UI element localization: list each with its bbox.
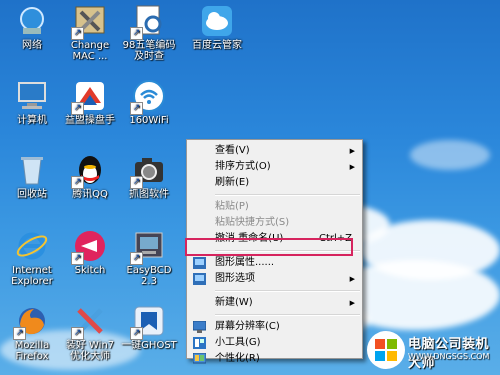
menu-item-view[interactable]: 查看(V) ▶ — [187, 143, 362, 159]
personalize-icon — [193, 353, 206, 364]
icon-label: 一键GHOST — [121, 340, 177, 351]
menu-item-label: 图形属性...... — [215, 257, 275, 268]
menu-item-label: 图形选项 — [215, 273, 255, 284]
intel-graphics-icon — [193, 257, 206, 269]
camera-icon: ↗ — [130, 153, 166, 189]
submenu-arrow-icon: ▶ — [349, 163, 355, 171]
desktop-icon-network[interactable]: 网络 — [0, 4, 65, 64]
menu-separator — [215, 290, 360, 292]
tools-icon: ↗ — [71, 304, 107, 340]
network-icon — [15, 4, 49, 38]
desktop-icon-baidu-cloud[interactable]: 百度云管家 — [184, 4, 250, 64]
qq-penguin-icon: ↗ — [71, 153, 107, 189]
icon-label: 98五笔编码 及时查 — [122, 40, 176, 62]
shortcut-arrow-icon: ↗ — [71, 327, 84, 340]
shortcut-arrow-icon: ↗ — [130, 327, 143, 340]
icon-label: 抓图软件 — [129, 189, 169, 200]
icon-label: 百度云管家 — [192, 40, 242, 51]
computer-icon — [15, 79, 49, 113]
icon-label: Change MAC ... — [70, 40, 110, 62]
watermark-url: WWW.DNGSGS.COM — [408, 352, 490, 361]
watermark: 电脑公司装机大师 WWW.DNGSGS.COM — [362, 326, 500, 375]
menu-item-gadgets[interactable]: 小工具(G) — [187, 335, 362, 351]
desktop-icon-win7-optimizer[interactable]: ↗ 装好 Win7 优化大师 — [57, 304, 123, 364]
easybcd-icon: ↗ — [130, 229, 166, 265]
menu-item-personalize[interactable]: 个性化(R) — [187, 351, 362, 367]
shortcut-arrow-icon: ↗ — [130, 176, 143, 189]
menu-item-label: 查看(V) — [215, 145, 250, 156]
icon-label: Mozilla Firefox — [14, 340, 50, 362]
icon-label: 益盟操盘手 — [65, 115, 115, 126]
windows-logo-icon — [367, 331, 405, 369]
icon-label: 回收站 — [17, 189, 47, 200]
app-icon: ↗ — [71, 79, 107, 115]
icon-label: Internet Explorer — [11, 265, 53, 287]
skitch-icon: ↗ — [71, 229, 107, 265]
desktop-icon-recycle-bin[interactable]: 回收站 — [0, 153, 65, 213]
desktop-icon-yimeng[interactable]: ↗ 益盟操盘手 — [57, 79, 123, 139]
icon-label: 计算机 — [17, 115, 47, 126]
menu-item-new[interactable]: 新建(W) ▶ — [187, 295, 362, 311]
desktop-icon-160wifi[interactable]: ↗ 160WiFi — [116, 79, 182, 139]
shortcut-arrow-icon: ↗ — [71, 102, 84, 115]
desktop-icon-easybcd[interactable]: ↗ EasyBCD 2.3 — [116, 229, 182, 289]
ghost-icon: ↗ — [130, 304, 166, 340]
desktop-icon-onekey-ghost[interactable]: ↗ 一键GHOST — [116, 304, 182, 364]
menu-item-label: 个性化(R) — [215, 353, 260, 364]
menu-item-graphics-properties[interactable]: 图形属性...... — [187, 255, 362, 271]
menu-item-paste-shortcut[interactable]: 粘贴快捷方式(S) — [187, 215, 362, 231]
submenu-arrow-icon: ▶ — [349, 147, 355, 155]
desktop-icon-change-mac[interactable]: ↗ Change MAC ... — [57, 4, 123, 64]
desktop-icon-firefox[interactable]: ↗ Mozilla Firefox — [0, 304, 65, 364]
desktop-icon-capture[interactable]: ↗ 抓图软件 — [116, 153, 182, 213]
firefox-icon: ↗ — [13, 304, 49, 340]
menu-separator — [215, 194, 360, 196]
internet-explorer-icon — [15, 229, 49, 263]
menu-item-refresh[interactable]: 刷新(E) — [187, 175, 362, 191]
shortcut-arrow-icon: ↗ — [71, 27, 84, 40]
icon-label: 装好 Win7 优化大师 — [65, 340, 115, 362]
document-search-icon: ↗ — [130, 4, 166, 40]
menu-item-label: 粘贴快捷方式(S) — [215, 217, 290, 228]
icon-label: 160WiFi — [129, 115, 169, 126]
shortcut-arrow-icon: ↗ — [71, 176, 84, 189]
highlight-annotation-box — [185, 238, 353, 256]
icon-label: Skitch — [74, 265, 106, 276]
menu-item-label: 排序方式(O) — [215, 161, 271, 172]
icon-label: 腾讯QQ — [72, 189, 108, 200]
menu-item-label: 小工具(G) — [215, 337, 261, 348]
menu-item-label: 屏幕分辨率(C) — [215, 321, 280, 332]
submenu-arrow-icon: ▶ — [349, 299, 355, 307]
cloud — [410, 140, 490, 170]
wifi-icon: ↗ — [130, 79, 166, 115]
desktop-icon-98wubi[interactable]: ↗ 98五笔编码 及时查 — [116, 4, 182, 64]
desktop-icon-computer[interactable]: 计算机 — [0, 79, 65, 139]
desktop-icon-qq[interactable]: ↗ 腾讯QQ — [57, 153, 123, 213]
shortcut-arrow-icon: ↗ — [13, 327, 26, 340]
intel-graphics-icon — [193, 273, 206, 285]
menu-item-label: 粘贴(P) — [215, 201, 249, 212]
shortcut-arrow-icon: ↗ — [130, 102, 143, 115]
recycle-bin-icon — [15, 153, 49, 187]
shortcut-arrow-icon: ↗ — [130, 252, 143, 265]
tools-icon: ↗ — [71, 4, 107, 40]
menu-item-graphics-options[interactable]: 图形选项 ▶ — [187, 271, 362, 287]
shortcut-arrow-icon: ↗ — [130, 27, 143, 40]
icon-label: EasyBCD 2.3 — [126, 265, 172, 287]
menu-separator — [215, 314, 360, 316]
desktop-icon-skitch[interactable]: ↗ Skitch — [57, 229, 123, 289]
cloud-icon — [200, 4, 234, 38]
monitor-icon — [193, 321, 206, 333]
icon-label: 网络 — [22, 40, 42, 51]
menu-item-label: 新建(W) — [215, 297, 253, 308]
gadgets-icon — [193, 337, 206, 349]
menu-item-label: 刷新(E) — [215, 177, 250, 188]
shortcut-arrow-icon: ↗ — [71, 252, 84, 265]
menu-item-screen-resolution[interactable]: 屏幕分辨率(C) — [187, 319, 362, 335]
menu-item-sort[interactable]: 排序方式(O) ▶ — [187, 159, 362, 175]
desktop-icon-ie[interactable]: Internet Explorer — [0, 229, 65, 289]
submenu-arrow-icon: ▶ — [349, 275, 355, 283]
menu-item-paste[interactable]: 粘贴(P) — [187, 199, 362, 215]
